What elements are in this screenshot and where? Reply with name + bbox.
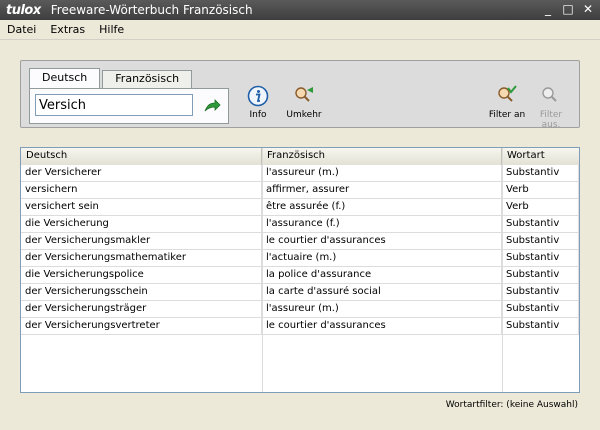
cell-franzoesisch: l'assureur (m.) [262, 165, 502, 181]
info-icon [247, 85, 269, 107]
cell-wortart: Verb [502, 199, 579, 215]
table-row[interactable]: der Versicherer l'assureur (m.) Substantiv [21, 165, 579, 182]
table-row[interactable]: der Versicherungsvertreter le courtier d'… [21, 318, 579, 335]
window-title: Freeware-Wörterbuch Französisch [50, 3, 253, 17]
umkehr-label: Umkehr [286, 110, 322, 120]
cell-deutsch: der Versicherungsträger [21, 301, 262, 317]
app-logo: tulox [6, 2, 41, 18]
menu-hilfe[interactable]: Hilfe [92, 23, 131, 36]
cell-franzoesisch: affirmer, assurer [262, 182, 502, 198]
cell-deutsch: die Versicherung [21, 216, 262, 232]
filter-aus-button[interactable]: Filter aus. [531, 85, 571, 130]
maximize-button[interactable]: □ [560, 2, 576, 18]
cell-wortart: Substantiv [502, 284, 579, 300]
title-bar: tulox Freeware-Wörterbuch Französisch _ … [0, 0, 600, 20]
cell-wortart: Verb [502, 182, 579, 198]
cell-wortart: Substantiv [502, 267, 579, 283]
cell-wortart: Substantiv [502, 318, 579, 334]
table-row[interactable]: versichert sein être assurée (f.) Verb [21, 199, 579, 216]
table-row[interactable]: der Versicherungsträger l'assureur (m.) Su… [21, 301, 579, 318]
column-header-wortart[interactable]: Wortart [502, 148, 579, 165]
cell-deutsch: versichert sein [21, 199, 262, 215]
cell-franzoesisch: la police d'assurance [262, 267, 502, 283]
search-panel: Deutsch Französisch Info Umkehr Filter a… [20, 60, 580, 130]
filter-aus-label: Filter aus. [539, 110, 563, 130]
umkehr-button[interactable]: Umkehr [284, 85, 324, 120]
cell-franzoesisch: être assurée (f.) [262, 199, 502, 215]
tab-content [29, 88, 229, 124]
info-button[interactable]: Info [238, 85, 278, 120]
cell-franzoesisch: le courtier d'assurances [262, 233, 502, 249]
cell-deutsch: der Versicherungsschein [21, 284, 262, 300]
table-row[interactable]: der Versicherungsmakler le courtier d'ass… [21, 233, 579, 250]
table-row[interactable]: die Versicherung l'assurance (f.) Substant… [21, 216, 579, 233]
cell-deutsch: die Versicherungspolice [21, 267, 262, 283]
info-label: Info [249, 110, 267, 120]
cell-wortart: Substantiv [502, 165, 579, 181]
cell-deutsch: der Versicherungsmakler [21, 233, 262, 249]
table-body: der Versicherer l'assureur (m.) Substantiv… [21, 165, 579, 335]
cell-franzoesisch: l'assurance (f.) [262, 216, 502, 232]
table-row[interactable]: der Versicherungsschein la carte d'assuré… [21, 284, 579, 301]
tab-franzoesisch[interactable]: Französisch [102, 70, 193, 88]
filter-off-icon [542, 87, 557, 102]
cell-wortart: Substantiv [502, 250, 579, 266]
search-input[interactable] [35, 94, 193, 116]
language-tabs: Deutsch Französisch [29, 68, 194, 89]
table-row[interactable]: die Versicherungspolice la police d'assur… [21, 267, 579, 284]
cell-deutsch: der Versicherungsmathematiker [21, 250, 262, 266]
table-row[interactable]: versichern affirmer, assurer Verb [21, 182, 579, 199]
close-button[interactable]: ✕ [580, 2, 596, 18]
column-header-deutsch[interactable]: Deutsch [21, 148, 262, 165]
table-row[interactable]: der Versicherungsmathematiker l'actuaire … [21, 250, 579, 267]
reverse-search-icon [295, 87, 313, 102]
window-controls: _ □ ✕ [540, 2, 596, 18]
column-header-franzoesisch[interactable]: Französisch [262, 148, 502, 165]
cell-deutsch: der Versicherer [21, 165, 262, 181]
cell-franzoesisch: le courtier d'assurances [262, 318, 502, 334]
cell-wortart: Substantiv [502, 233, 579, 249]
cell-franzoesisch: l'actuaire (m.) [262, 250, 502, 266]
menu-datei[interactable]: Datei [0, 23, 43, 36]
table-header: Deutsch Französisch Wortart [21, 148, 579, 165]
cell-wortart: Substantiv [502, 216, 579, 232]
cell-wortart: Substantiv [502, 301, 579, 317]
cell-franzoesisch: la carte d'assuré social [262, 284, 502, 300]
cell-deutsch: versichern [21, 182, 262, 198]
cell-deutsch: der Versicherungsvertreter [21, 318, 262, 334]
tab-deutsch[interactable]: Deutsch [29, 68, 101, 89]
search-go-icon[interactable] [202, 96, 222, 116]
menu-extras[interactable]: Extras [43, 23, 92, 36]
filter-on-icon [498, 85, 517, 102]
minimize-button[interactable]: _ [540, 2, 556, 18]
filter-an-button[interactable]: Filter an [487, 85, 527, 120]
filter-an-label: Filter an [488, 110, 526, 120]
cell-franzoesisch: l'assureur (m.) [262, 301, 502, 317]
status-text: Wortartfilter: (keine Auswahl) [445, 400, 578, 410]
menu-bar: Datei Extras Hilfe [0, 20, 600, 40]
results-table: Deutsch Französisch Wortart der Versiche… [20, 147, 580, 393]
